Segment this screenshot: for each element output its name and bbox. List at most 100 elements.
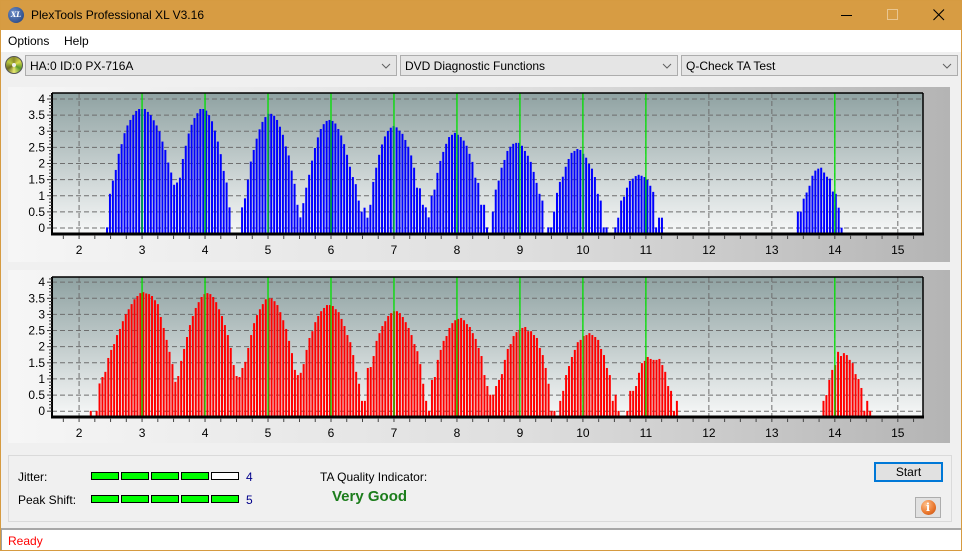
histogram-bar bbox=[483, 204, 486, 234]
menu-bar: Options Help bbox=[1, 30, 961, 52]
histogram-bar bbox=[503, 159, 506, 234]
histogram-bar bbox=[568, 366, 571, 417]
close-button[interactable] bbox=[916, 0, 962, 30]
histogram-bar bbox=[149, 115, 152, 234]
histogram-bar bbox=[605, 367, 608, 417]
drive-select[interactable]: HA:0 ID:0 PX-716A bbox=[25, 55, 397, 76]
histogram-bar bbox=[451, 134, 454, 234]
histogram-bar bbox=[465, 145, 468, 234]
histogram-bar bbox=[530, 331, 533, 417]
histogram-bar bbox=[285, 328, 288, 417]
histogram-bar bbox=[126, 125, 129, 234]
histogram-bar bbox=[178, 177, 181, 234]
histogram-bar bbox=[564, 166, 567, 234]
histogram-bar bbox=[664, 371, 667, 417]
histogram-bar bbox=[661, 365, 664, 417]
histogram-bar bbox=[808, 185, 811, 234]
histogram-bar bbox=[375, 167, 378, 234]
histogram-bar bbox=[253, 323, 256, 417]
histogram-bar bbox=[422, 383, 425, 417]
minimize-button[interactable] bbox=[824, 0, 870, 30]
x-tick-label: 7 bbox=[391, 243, 398, 257]
start-button[interactable]: Start bbox=[874, 462, 943, 482]
drive-select-value: HA:0 ID:0 PX-716A bbox=[30, 59, 134, 73]
minimize-icon bbox=[841, 15, 852, 16]
histogram-bar bbox=[445, 143, 448, 234]
histogram-bar bbox=[168, 351, 171, 417]
title-bar[interactable]: XL PlexTools Professional XL V3.16 bbox=[0, 0, 962, 30]
histogram-bar bbox=[331, 306, 334, 417]
y-tick-label: 1.5 bbox=[28, 356, 45, 370]
menu-help[interactable]: Help bbox=[64, 34, 89, 48]
x-tick-label: 14 bbox=[828, 243, 842, 257]
histogram-bar bbox=[299, 372, 302, 417]
histogram-bar bbox=[184, 145, 187, 234]
histogram-bar bbox=[219, 154, 222, 234]
histogram-bar bbox=[401, 317, 404, 417]
histogram-bar bbox=[837, 351, 840, 417]
histogram-bar bbox=[451, 323, 454, 417]
info-button[interactable]: i bbox=[915, 497, 941, 518]
histogram-bar bbox=[489, 394, 492, 417]
y-tick-label: 1 bbox=[38, 372, 45, 386]
histogram-bar bbox=[218, 309, 221, 417]
histogram-bar bbox=[114, 169, 117, 234]
histogram-bar bbox=[802, 198, 805, 234]
histogram-bar bbox=[497, 180, 500, 234]
histogram-bar bbox=[831, 191, 834, 234]
histogram-bar bbox=[474, 177, 477, 234]
histogram-bar bbox=[555, 192, 558, 234]
histogram-bar bbox=[337, 128, 340, 234]
histogram-bar bbox=[600, 348, 603, 417]
histogram-bar bbox=[305, 349, 308, 417]
histogram-bar bbox=[826, 176, 829, 234]
function-select[interactable]: DVD Diagnostic Functions bbox=[400, 55, 678, 76]
histogram-bar bbox=[494, 189, 497, 234]
histogram-bar bbox=[588, 333, 591, 417]
histogram-bar bbox=[389, 127, 392, 234]
histogram-bar bbox=[640, 363, 643, 417]
chevron-down-icon bbox=[381, 63, 391, 69]
histogram-bar bbox=[174, 381, 177, 417]
histogram-bar bbox=[190, 124, 193, 234]
histogram-bar bbox=[117, 153, 120, 234]
menu-options[interactable]: Options bbox=[8, 34, 49, 48]
histogram-bar bbox=[213, 130, 216, 234]
histogram-bar bbox=[509, 344, 512, 417]
histogram-bar bbox=[421, 204, 424, 234]
histogram-bar bbox=[857, 378, 860, 417]
test-select[interactable]: Q-Check TA Test bbox=[681, 55, 958, 76]
close-icon bbox=[933, 9, 945, 21]
histogram-bar bbox=[135, 110, 138, 234]
histogram-bar bbox=[433, 377, 436, 417]
histogram-bar bbox=[152, 120, 155, 234]
histogram-bar bbox=[273, 301, 276, 417]
histogram-bar bbox=[121, 321, 124, 417]
histogram-bar bbox=[515, 142, 518, 234]
histogram-bar bbox=[164, 149, 167, 234]
histogram-bar bbox=[465, 324, 468, 417]
histogram-bar bbox=[611, 400, 614, 417]
histogram-bar bbox=[527, 331, 530, 417]
histogram-bar bbox=[173, 184, 176, 234]
x-tick-label: 12 bbox=[702, 243, 716, 257]
histogram-bar bbox=[132, 115, 135, 234]
x-tick-label: 10 bbox=[576, 243, 590, 257]
histogram-bar bbox=[628, 180, 631, 234]
histogram-bar bbox=[404, 139, 407, 234]
histogram-bar bbox=[372, 356, 375, 417]
histogram-bar bbox=[512, 336, 515, 417]
histogram-bar bbox=[228, 207, 231, 234]
histogram-bar bbox=[343, 326, 346, 417]
histogram-bar bbox=[225, 182, 228, 234]
histogram-bar bbox=[387, 316, 390, 417]
histogram-bar bbox=[860, 387, 863, 417]
top-chart: 2 3 4 5 6 7 8 9 10 11 12 13 14 15 0 0.5 1 1.5 2 2.5 3 3.5 4 bbox=[28, 92, 924, 257]
histogram-bar bbox=[155, 125, 158, 234]
histogram-bar bbox=[541, 355, 544, 417]
histogram-bar bbox=[343, 144, 346, 234]
maximize-button[interactable] bbox=[870, 0, 916, 30]
x-tick-label: 11 bbox=[640, 243, 653, 257]
x-tick-label: 5 bbox=[265, 243, 272, 257]
histogram-bar bbox=[538, 347, 541, 417]
